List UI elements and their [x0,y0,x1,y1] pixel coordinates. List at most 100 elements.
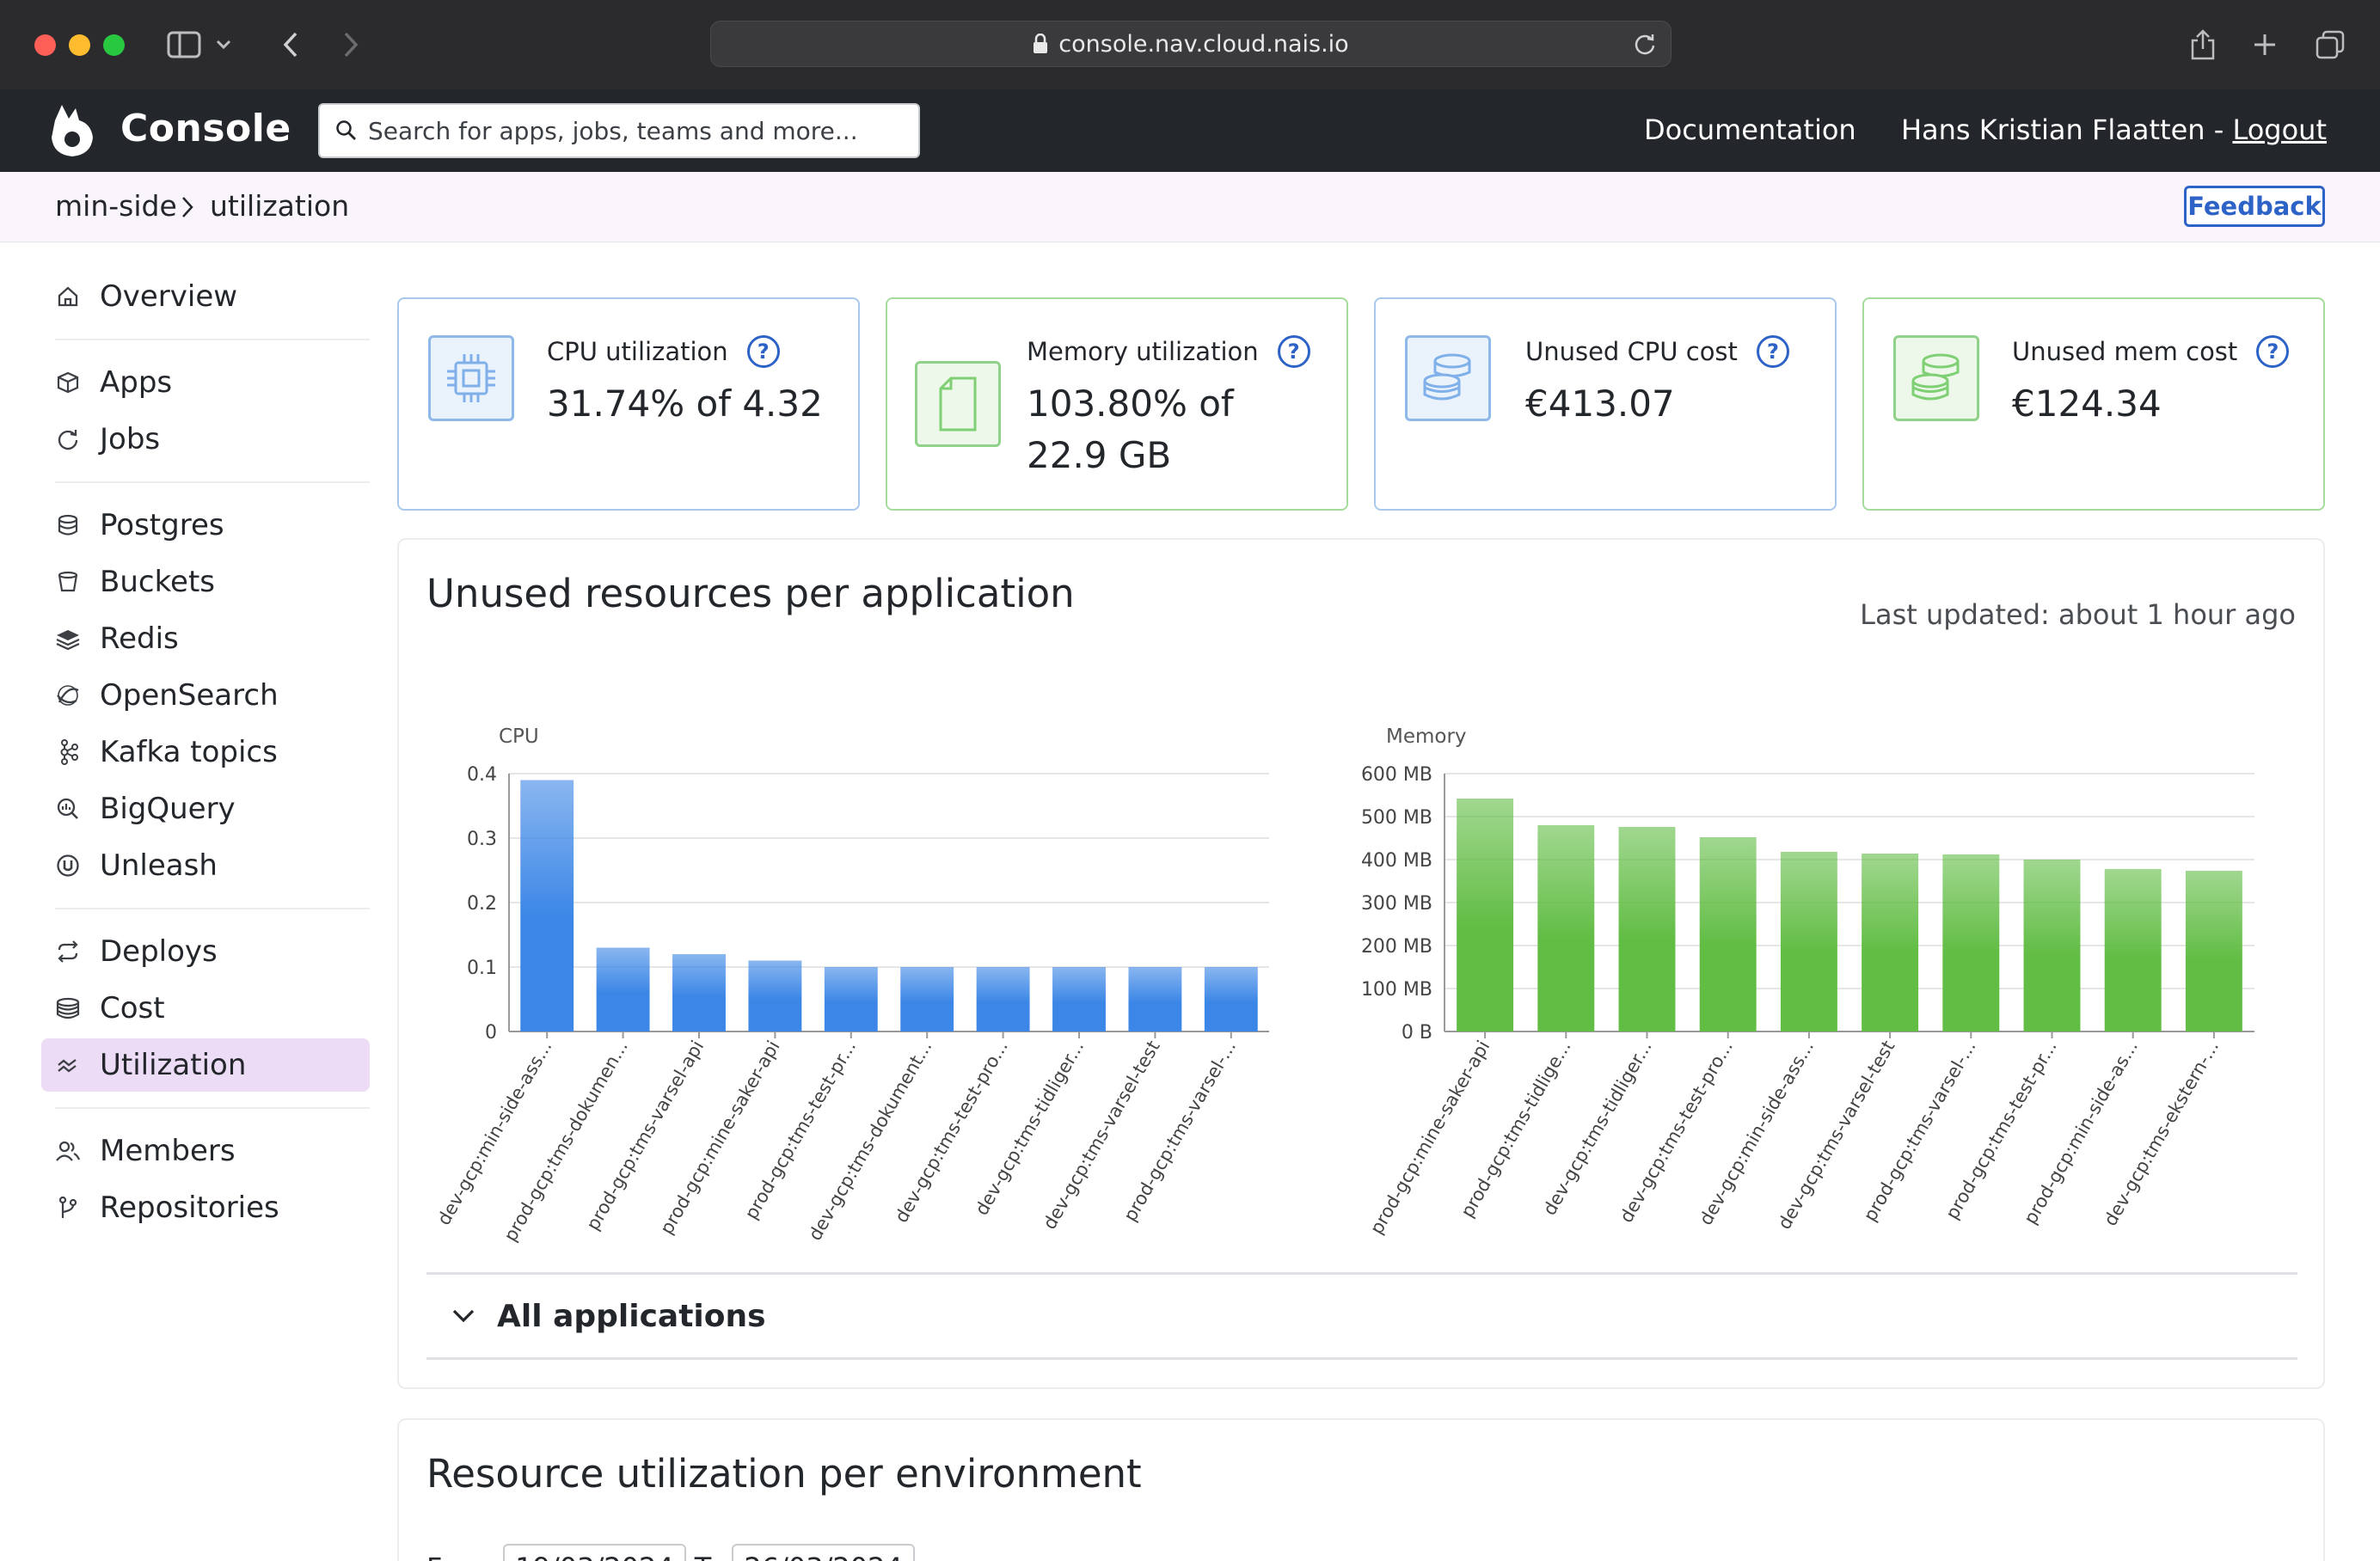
bar[interactable] [900,967,954,1031]
sidebar-item-label: Utilization [100,1048,247,1082]
bar[interactable] [1618,827,1676,1031]
bar[interactable] [2185,871,2242,1031]
card-title: Memory utilization [1027,337,1259,366]
logout-link[interactable]: Logout [2232,113,2327,146]
bar[interactable] [748,960,802,1032]
cpu-utilization-card: CPU utilization ? 31.74% of 4.32 [397,297,860,511]
bar[interactable] [1128,967,1182,1031]
chevron-down-icon[interactable] [212,24,236,65]
forward-icon[interactable] [330,24,371,65]
accordion-label: All applications [497,1298,766,1334]
sidebar-item-cost[interactable]: Cost [41,982,370,1035]
sidebar-item-apps[interactable]: Apps [41,356,370,409]
to-date-input[interactable]: 26/03/2024 [732,1544,915,1561]
arrow-circle-icon [55,426,81,452]
bar[interactable] [2104,869,2162,1031]
database-icon [55,512,81,538]
sidebar-item-label: Overview [100,279,238,314]
sidebar-item-kafka-topics[interactable]: Kafka topics [41,725,370,779]
all-applications-accordion[interactable]: All applications [426,1272,2297,1360]
sidebar-item-label: OpenSearch [100,678,279,713]
sidebar-item-jobs[interactable]: Jobs [41,413,370,466]
bar[interactable] [824,967,878,1031]
sidebar-item-members[interactable]: Members [41,1124,370,1178]
address-bar[interactable]: console.nav.cloud.nais.io [710,21,1672,67]
user-separator: - [2205,113,2233,146]
new-tab-icon[interactable] [2244,24,2285,65]
bar[interactable] [1537,825,1595,1031]
sidebar-toggle-icon[interactable] [163,24,205,65]
help-icon[interactable]: ? [2256,335,2290,368]
sidebar-item-deploys[interactable]: Deploys [41,925,370,978]
y-tick-label: 0 B [1402,1022,1432,1044]
from-label: From [426,1552,494,1561]
sidebar-item-overview[interactable]: Overview [41,270,370,323]
memory-bar-chart: Memory 0 B 100 MB 200 MB 300 MB 400 MB 500 MB 6… [1361,725,2254,1238]
bar[interactable] [1204,967,1258,1031]
back-icon[interactable] [270,24,311,65]
minimize-window-button[interactable] [69,34,90,56]
sidebar-item-label: Apps [100,365,173,400]
panel-title: Resource utilization per environment [426,1451,1142,1497]
bar[interactable] [1052,967,1106,1031]
y-tick-label: 0.3 [467,829,497,850]
bar[interactable] [596,947,650,1032]
sidebar-item-label: Buckets [100,565,216,599]
close-window-button[interactable] [34,34,56,56]
zoom-window-button[interactable] [103,34,125,56]
share-icon[interactable] [2182,24,2224,65]
user-menu: Hans Kristian Flaatten - Logout [1901,113,2327,146]
deploys-icon [55,939,81,964]
bar[interactable] [1457,799,1514,1031]
trend-icon [55,1052,81,1078]
reload-icon[interactable] [1633,32,1657,56]
y-tick-label: 0.2 [467,893,497,915]
global-search[interactable] [318,103,920,158]
search-input[interactable] [368,116,884,145]
bar[interactable] [520,780,574,1032]
chevron-right-icon [181,196,194,218]
chart-title: CPU [499,725,539,748]
sidebar-item-redis[interactable]: Redis [41,612,370,665]
memory-utilization-card: Memory utilization ? 103.80% of 22.9 GB [886,297,1348,511]
sidebar-item-bigquery[interactable]: BigQuery [41,782,370,836]
bar[interactable] [1942,854,2000,1031]
sidebar-item-label: Postgres [100,508,224,542]
home-icon [55,284,81,309]
breadcrumb: min-side utilization Feedback [0,172,2380,242]
sidebar-item-label: Unleash [100,848,218,883]
bar[interactable] [1699,837,1757,1031]
help-icon[interactable]: ? [1277,335,1310,368]
help-icon[interactable]: ? [1756,335,1789,368]
card-value: 31.74% of 4.32 [547,383,823,425]
y-tick-label: 0 [485,1022,497,1044]
app-brand[interactable]: Console [120,107,291,150]
from-date-input[interactable]: 19/03/2024 [503,1544,686,1561]
sidebar-item-buckets[interactable]: Buckets [41,555,370,609]
sidebar-item-utilization[interactable]: Utilization [41,1038,370,1092]
bar[interactable] [1780,852,1837,1031]
card-title: Unused mem cost [2012,337,2238,366]
help-icon[interactable]: ? [746,335,780,368]
package-icon [55,370,81,395]
sidebar-item-repositories[interactable]: Repositories [41,1181,370,1234]
sidebar-item-label: Redis [100,621,179,656]
bar[interactable] [976,967,1030,1031]
bar[interactable] [2023,860,2081,1031]
sidebar-item-opensearch[interactable]: OpenSearch [41,669,370,722]
breadcrumb-team[interactable]: min-side [55,189,177,223]
tab-overview-icon[interactable] [2309,24,2351,65]
chart-title: Memory [1386,725,1467,748]
card-value: €124.34 [2012,383,2162,425]
bar[interactable] [1862,854,1919,1031]
nais-logo-icon[interactable] [50,103,95,158]
bar[interactable] [672,954,726,1031]
sidebar-item-unleash[interactable]: Unleash [41,839,370,892]
sidebar-item-postgres[interactable]: Postgres [41,499,370,552]
feedback-button[interactable]: Feedback [2184,186,2325,227]
search-icon [335,119,358,142]
date-range: From 19/03/2024 To 26/03/2024 [426,1544,915,1561]
documentation-link[interactable]: Documentation [1644,113,1856,146]
y-tick-label: 300 MB [1361,893,1432,915]
user-name: Hans Kristian Flaatten [1900,113,2205,146]
